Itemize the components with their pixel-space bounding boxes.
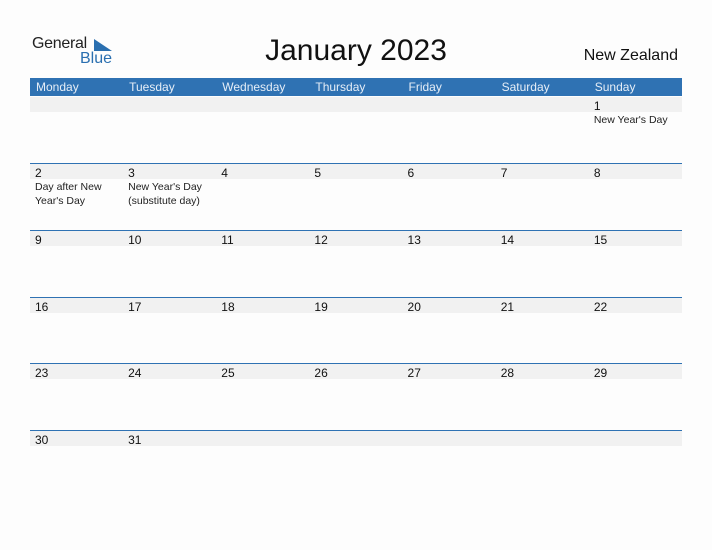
- day-cell: 31: [123, 431, 216, 497]
- day-cell: 7: [496, 164, 589, 230]
- holiday-label: New Year's Day (substitute day): [128, 181, 202, 207]
- day-cell: 18: [216, 298, 309, 364]
- day-cell: 2 Day after New Year's Day: [30, 164, 123, 230]
- day-cell: 4: [216, 164, 309, 230]
- day-cell: 11: [216, 231, 309, 297]
- day-number: 20: [407, 300, 421, 314]
- day-cell: 1 New Year's Day: [589, 97, 682, 163]
- day-number: 25: [221, 366, 235, 380]
- week-row: 2 Day after New Year's Day 3 New Year's Day…: [30, 163, 682, 231]
- day-number: 15: [593, 233, 608, 247]
- day-number: 17: [128, 300, 142, 314]
- day-cell: 21: [496, 298, 589, 364]
- week-row: 1 New Year's Day: [30, 97, 682, 164]
- day-number: 26: [314, 366, 328, 380]
- day-cell: [30, 97, 123, 163]
- weekday-saturday: Saturday: [501, 80, 550, 94]
- day-number: 3: [128, 166, 135, 180]
- day-cell: [403, 431, 496, 497]
- week-row: 30 31: [30, 430, 682, 498]
- day-cell: 27: [403, 364, 496, 430]
- day-number: 1: [593, 99, 601, 113]
- day-number: 18: [221, 300, 235, 314]
- day-cell: 17: [123, 298, 216, 364]
- day-number: 12: [314, 233, 328, 247]
- day-number: 27: [407, 366, 421, 380]
- day-cell: [403, 97, 496, 163]
- day-cell: 8: [589, 164, 682, 230]
- day-cell: 23: [30, 364, 123, 430]
- week-row: 16 17 18 19 20 21 22: [30, 297, 682, 365]
- holiday-label: New Year's Day: [593, 114, 668, 126]
- country-label: New Zealand: [583, 47, 678, 64]
- day-cell: 13: [403, 231, 496, 297]
- day-number: 2: [35, 166, 42, 180]
- day-number: 21: [500, 300, 515, 314]
- day-cell: 5: [309, 164, 402, 230]
- weekday-thursday: Thursday: [315, 80, 366, 94]
- day-number: 10: [128, 233, 142, 247]
- week-row: 9 10 11 12 13 14 15: [30, 230, 682, 298]
- day-cell: 12: [309, 231, 402, 297]
- day-number: 19: [314, 300, 328, 314]
- day-cell: 24: [123, 364, 216, 430]
- day-number: 7: [500, 166, 508, 180]
- day-cell: 3 New Year's Day (substitute day): [123, 164, 216, 230]
- day-cell: [123, 97, 216, 163]
- day-cell: 19: [309, 298, 402, 364]
- day-number: 6: [407, 166, 415, 180]
- weekday-header: Monday Tuesday Wednesday Thursday Friday…: [30, 78, 682, 96]
- day-number: 22: [593, 300, 608, 314]
- day-cell: 25: [216, 364, 309, 430]
- day-number: 28: [500, 366, 515, 380]
- weekday-tuesday: Tuesday: [129, 80, 175, 94]
- day-number: 29: [593, 366, 608, 380]
- day-cell: [496, 97, 589, 163]
- day-cell: 14: [496, 231, 589, 297]
- day-cell: [589, 431, 682, 497]
- day-cell: 16: [30, 298, 123, 364]
- weekday-wednesday: Wednesday: [222, 80, 286, 94]
- day-cell: 20: [403, 298, 496, 364]
- day-cell: 9: [30, 231, 123, 297]
- day-cell: [309, 97, 402, 163]
- day-cell: 15: [589, 231, 682, 297]
- day-number: 24: [128, 366, 142, 380]
- day-cell: 22: [589, 298, 682, 364]
- day-cell: [309, 431, 402, 497]
- day-cell: 6: [403, 164, 496, 230]
- day-cell: [496, 431, 589, 497]
- day-number: 5: [314, 166, 322, 180]
- day-number: 30: [35, 433, 49, 447]
- day-cell: 26: [309, 364, 402, 430]
- weekday-sunday: Sunday: [594, 80, 636, 94]
- day-cell: 28: [496, 364, 589, 430]
- day-number: 16: [35, 300, 49, 314]
- day-number: 13: [407, 233, 421, 247]
- day-number: 9: [35, 233, 42, 247]
- day-cell: [216, 97, 309, 163]
- day-cell: [216, 431, 309, 497]
- day-cell: 10: [123, 231, 216, 297]
- day-cell: 30: [30, 431, 123, 497]
- holiday-label: Day after New Year's Day: [35, 181, 102, 207]
- day-number: 14: [500, 233, 515, 247]
- weekday-friday: Friday: [408, 80, 442, 94]
- day-number: 31: [128, 433, 142, 447]
- day-number: 4: [221, 166, 228, 180]
- day-number: 11: [221, 233, 234, 247]
- day-cell: 29: [589, 364, 682, 430]
- day-number: 8: [593, 166, 601, 180]
- weekday-monday: Monday: [36, 80, 79, 94]
- day-number: 23: [35, 366, 49, 380]
- week-row: 23 24 25 26 27 28 29: [30, 363, 682, 431]
